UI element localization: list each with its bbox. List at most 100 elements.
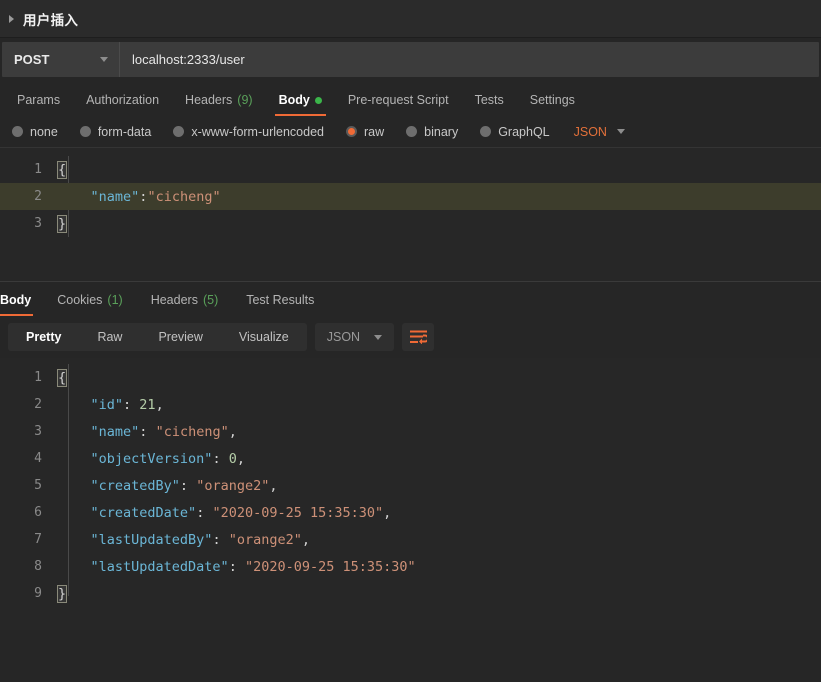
radio-label: form-data <box>97 124 152 139</box>
request-url-input[interactable]: localhost:2333/user <box>120 42 819 77</box>
body-type-radio-row: none form-data x-www-form-urlencoded raw… <box>0 116 821 148</box>
line-number: 2 <box>34 189 42 204</box>
body-format-select[interactable]: JSON <box>574 125 625 139</box>
code-text: } <box>56 584 68 603</box>
body-type-graphql[interactable]: GraphQL <box>480 124 550 139</box>
body-modified-dot-icon <box>314 96 322 104</box>
view-mode-raw[interactable]: Raw <box>79 323 140 351</box>
body-format-label: JSON <box>573 124 607 139</box>
response-tab-test-results[interactable]: Test Results <box>232 284 328 316</box>
code-text: "createdDate": "2020-09-25 15:35:30", <box>90 504 392 521</box>
body-type-form-data[interactable]: form-data <box>79 124 152 139</box>
tab-label: Settings <box>529 93 575 107</box>
tab-settings[interactable]: Settings <box>517 84 588 116</box>
radio-icon <box>406 126 418 137</box>
response-tab-headers[interactable]: Headers (5) <box>137 284 233 316</box>
tab-pre-request-script[interactable]: Pre-request Script <box>335 84 462 116</box>
code-line: 6 "createdDate": "2020-09-25 15:35:30", <box>0 499 821 526</box>
http-method-label: POST <box>14 52 50 67</box>
request-name-header[interactable]: 用户插入 <box>0 0 821 38</box>
tab-label: Tests <box>474 93 504 107</box>
code-text: "name":"cicheng" <box>90 188 221 205</box>
response-toolbar: Pretty Raw Preview Visualize JSON <box>0 316 821 358</box>
response-tabs: Body Cookies (1) Headers (5) Test Result… <box>0 282 821 316</box>
wrap-text-button[interactable] <box>402 323 435 351</box>
body-type-x-www-form-urlencoded[interactable]: x-www-form-urlencoded <box>173 125 324 139</box>
view-mode-visualize[interactable]: Visualize <box>221 323 307 351</box>
response-tab-body[interactable]: Body <box>0 284 43 316</box>
tab-tests[interactable]: Tests <box>462 84 517 116</box>
line-number: 1 <box>34 370 42 385</box>
code-line: 2 "name":"cicheng" <box>0 183 821 210</box>
url-bar: POST localhost:2333/user <box>2 42 819 77</box>
code-text: "objectVersion": 0, <box>90 450 245 467</box>
response-tab-cookies[interactable]: Cookies (1) <box>43 284 136 316</box>
response-format-select[interactable]: JSON <box>314 323 395 351</box>
code-text: "name": "cicheng", <box>90 423 237 440</box>
body-type-binary[interactable]: binary <box>406 125 458 139</box>
tab-authorization[interactable]: Authorization <box>73 84 172 116</box>
request-title: 用户插入 <box>23 12 79 28</box>
radio-icon <box>79 126 91 137</box>
response-body-editor[interactable]: 1{2 "id": 21, 3 "name": "cicheng", 4 "obje… <box>0 358 821 630</box>
tab-count: (5) <box>202 293 219 307</box>
code-line: 4 "objectVersion": 0, <box>0 445 821 472</box>
http-method-select[interactable]: POST <box>2 42 120 77</box>
tab-label: Body <box>0 293 32 307</box>
line-number: 6 <box>34 505 42 520</box>
radio-label: raw <box>364 124 385 139</box>
code-text: "id": 21, <box>90 396 164 413</box>
chevron-down-icon <box>374 334 383 340</box>
line-number: 3 <box>34 216 42 231</box>
tab-label: Pre-request Script <box>347 93 449 107</box>
code-text: "lastUpdatedDate": "2020-09-25 15:35:30" <box>90 558 416 575</box>
radio-icon <box>173 126 185 137</box>
code-line: 1{ <box>0 364 821 391</box>
line-number: 5 <box>34 478 42 493</box>
line-number: 9 <box>34 586 42 601</box>
view-mode-preview[interactable]: Preview <box>140 323 220 351</box>
tab-label: Body <box>278 93 310 107</box>
code-line: 3 "name": "cicheng", <box>0 418 821 445</box>
line-number: 4 <box>34 451 42 466</box>
response-format-label: JSON <box>326 330 361 344</box>
tab-count: (9) <box>237 93 253 107</box>
code-text: "lastUpdatedBy": "orange2", <box>90 531 310 548</box>
code-line: 8 "lastUpdatedDate": "2020-09-25 15:35:3… <box>0 553 821 580</box>
tab-headers[interactable]: Headers (9) <box>172 84 266 116</box>
radio-selected-icon <box>348 128 355 135</box>
body-type-raw[interactable]: raw <box>346 125 384 139</box>
line-number: 8 <box>34 559 42 574</box>
view-mode-pretty[interactable]: Pretty <box>8 323 79 351</box>
code-line: 2 "id": 21, <box>0 391 821 418</box>
radio-icon <box>12 126 23 137</box>
tab-label: Params <box>17 93 61 107</box>
tab-label: Headers <box>185 93 233 107</box>
radio-icon <box>480 126 492 137</box>
caret-right-icon[interactable] <box>9 14 14 23</box>
body-type-none[interactable]: none <box>12 125 58 139</box>
request-body-editor[interactable]: 1{2 "name":"cicheng" 3} <box>0 148 821 282</box>
tab-params[interactable]: Params <box>4 84 73 116</box>
line-number: 7 <box>34 532 42 547</box>
url-bar-row: POST localhost:2333/user <box>0 38 821 82</box>
code-line: 3} <box>0 210 821 237</box>
code-line: 9} <box>0 580 821 607</box>
code-text: } <box>56 214 68 233</box>
code-text: "createdBy": "orange2", <box>90 477 278 494</box>
tab-body[interactable]: Body <box>266 84 335 116</box>
request-tabs: Params Authorization Headers (9) Body Pr… <box>0 82 821 116</box>
line-number: 2 <box>34 397 42 412</box>
response-view-mode-group: Pretty Raw Preview Visualize <box>8 323 307 351</box>
code-line: 5 "createdBy": "orange2", <box>0 472 821 499</box>
line-number: 3 <box>34 424 42 439</box>
code-text: { <box>56 368 68 387</box>
code-line: 7 "lastUpdatedBy": "orange2", <box>0 526 821 553</box>
code-line: 1{ <box>0 156 821 183</box>
code-text: { <box>56 160 68 179</box>
radio-label: GraphQL <box>498 124 550 139</box>
tab-count: (1) <box>107 293 123 307</box>
radio-label: binary <box>424 124 459 139</box>
tab-label: Test Results <box>246 293 315 307</box>
wrap-text-icon <box>409 330 427 344</box>
